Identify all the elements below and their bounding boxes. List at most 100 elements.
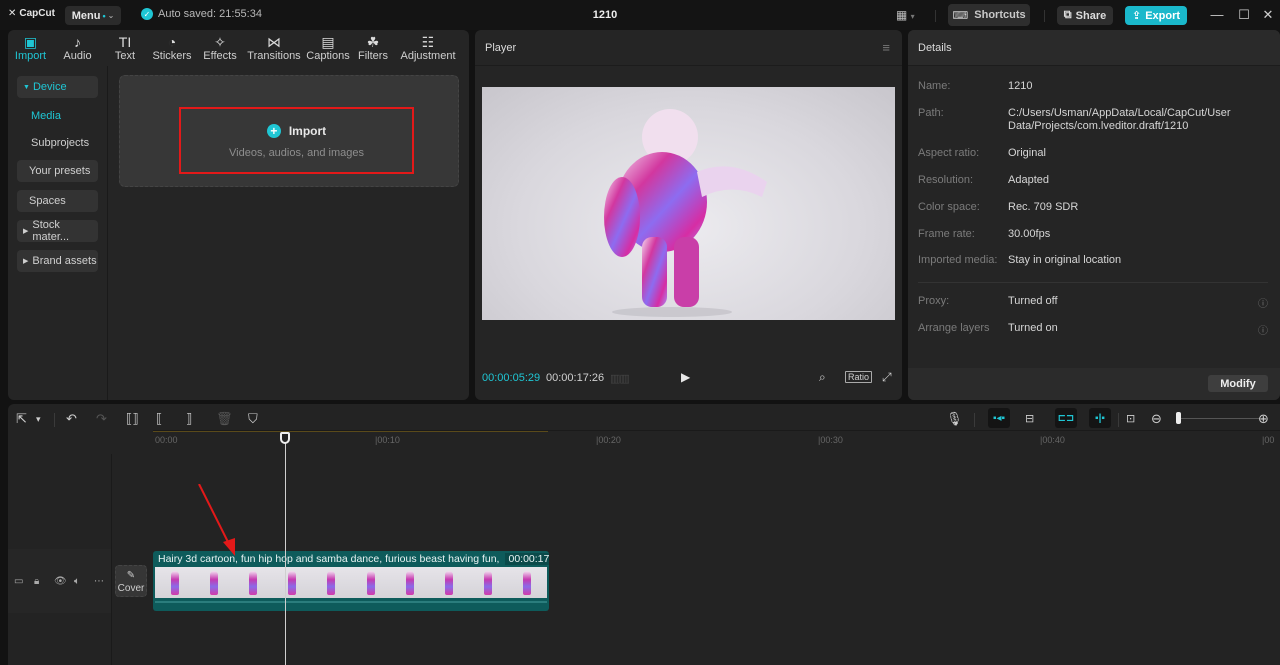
fullscreen-icon[interactable]: ⤢ [882, 370, 892, 385]
caret-right-icon: ▶ [23, 228, 29, 235]
menu-button[interactable]: Menu • ⌄ [65, 6, 121, 25]
share-button[interactable]: ⧉ Share [1057, 6, 1113, 25]
chevron-down-icon: ⌄ [107, 11, 115, 20]
project-title: 1210 [592, 9, 618, 21]
lock-icon[interactable]: 🔒︎ [34, 576, 39, 587]
split-icon[interactable]: ⟦⟧ [126, 411, 139, 427]
export-button[interactable]: ⇪ Export [1125, 6, 1187, 25]
sidebar-item-subprojects[interactable]: Subprojects [31, 137, 89, 149]
ruler-label: |00 [1262, 435, 1275, 445]
video-preview[interactable] [482, 87, 895, 320]
tab-audio[interactable]: ♪ Audio [53, 30, 102, 66]
share-icon: ⧉ [1063, 9, 1072, 21]
tab-transitions[interactable]: ⋈ Transitions [244, 30, 304, 66]
capcut-logo: ✕ CapCut [8, 8, 55, 19]
thumbnail [170, 571, 179, 595]
tab-stickers[interactable]: ◔ Stickers [148, 30, 196, 66]
check-circle-icon: ✓ [141, 8, 153, 20]
auto-snap-icon[interactable]: ⊟ [1025, 412, 1034, 425]
help-icon[interactable]: ⓘ [1258, 322, 1268, 337]
help-icon[interactable]: ⓘ [1258, 295, 1268, 310]
eye-icon[interactable]: 👁︎ [54, 576, 67, 587]
split-right-icon[interactable]: ⟧ [186, 411, 192, 427]
hamburger-menu-icon[interactable]: ≡ [882, 40, 890, 55]
play-button[interactable]: ▶ [681, 370, 690, 384]
transitions-icon: ⋈ [267, 34, 281, 50]
layout-icon[interactable]: ▦ ▾ [896, 8, 915, 22]
annotation-arrow [198, 484, 235, 556]
tab-captions[interactable]: ▤ Captions [304, 30, 352, 66]
sidebar-item-spaces[interactable]: Spaces [17, 190, 98, 212]
import-button[interactable]: + Import [181, 124, 412, 138]
caret-down-icon: ▼ [23, 83, 30, 91]
sidebar-item-media[interactable]: Media [31, 110, 61, 122]
shortcuts-button[interactable]: ⌨ Shortcuts [948, 4, 1030, 26]
details-header: Details [908, 30, 1280, 66]
ruler-progress [153, 431, 548, 432]
minimize-icon[interactable]: — [1207, 7, 1227, 22]
tab-adjustment[interactable]: ☷ Adjustment [394, 30, 462, 66]
track-video-icon[interactable]: ▭ [14, 576, 23, 587]
thumbnail [327, 571, 336, 595]
thumbnail [484, 571, 493, 595]
select-tool-icon[interactable]: ⇱ [16, 411, 27, 427]
caret-right-icon: ▶ [23, 258, 29, 265]
dancing-creature-image [604, 109, 767, 317]
stickers-icon: ◔ [167, 34, 177, 50]
highlight-box: + Import Videos, audios, and images [179, 107, 414, 174]
thumbnail [248, 571, 257, 595]
zoom-fit-icon[interactable]: ⌕ [819, 370, 826, 385]
ruler-label: |00:40 [1040, 435, 1065, 445]
ratio-button[interactable]: Ratio [845, 371, 873, 383]
title-bar: ✕ CapCut Menu • ⌄ ✓ Auto saved: 21:55:34… [0, 0, 1280, 30]
cover-button[interactable]: ✎ Cover [115, 565, 147, 597]
maximize-icon[interactable]: ☐ [1234, 7, 1254, 23]
modify-button[interactable]: Modify [1208, 375, 1268, 392]
sidebar-item-your-presets[interactable]: Your presets [17, 160, 98, 182]
effects-icon: ✧ [214, 34, 226, 50]
split-left-icon[interactable]: ⟦ [156, 411, 162, 427]
player-title: Player [485, 42, 517, 54]
zoom-out-icon[interactable]: ⊖ [1151, 411, 1162, 427]
linkage-icon[interactable]: ⊏⊐ [1055, 408, 1077, 428]
text-icon: TI [118, 34, 132, 50]
zoom-in-icon[interactable]: ⊕ [1258, 411, 1269, 427]
adjustment-icon: ☷ [421, 34, 435, 50]
delete-icon[interactable]: 🗑 [216, 411, 233, 427]
sidebar-item-stock-material[interactable]: ▶ Stock mater... [17, 219, 98, 243]
playhead[interactable] [285, 438, 286, 665]
sidebar-item-device[interactable]: ▼ Device [17, 76, 98, 98]
preview-axis-icon[interactable]: ▪|▪ [1089, 408, 1111, 428]
chevron-down-icon[interactable]: ▾ [36, 414, 41, 425]
sidebar-item-brand-assets[interactable]: ▶ Brand assets [17, 250, 98, 272]
time-ruler[interactable]: 00:00 |00:10 |00:20 |00:30 |00:40 |00 [153, 430, 1280, 448]
main-track-magnet-icon[interactable]: ▪◂▪ [988, 408, 1010, 428]
clip-duration: 00:00:17:26 [505, 553, 549, 565]
current-time: 00:00:05:29 [482, 372, 541, 384]
playhead-handle[interactable] [280, 432, 290, 444]
tab-text[interactable]: TI Text [102, 30, 148, 66]
tab-import[interactable]: ▣ Import [8, 30, 53, 66]
divider [974, 413, 975, 427]
divider [918, 282, 1268, 283]
speaker-icon[interactable]: 🔈︎ [74, 576, 80, 587]
thumbnail [209, 571, 218, 595]
video-clip[interactable]: Hairy 3d cartoon, fun hip hop and samba … [153, 551, 549, 611]
export-icon: ⇪ [1131, 10, 1142, 22]
import-dropzone[interactable]: + Import Videos, audios, and images [119, 75, 459, 187]
zoom-to-fit-icon[interactable]: ⊡ [1126, 412, 1135, 425]
audio-meter-icon: ▥▥ [610, 373, 630, 385]
notification-dot: • [102, 10, 106, 21]
marker-icon[interactable]: ⛉ [248, 411, 258, 427]
tab-effects[interactable]: ✧ Effects [196, 30, 244, 66]
redo-icon[interactable]: ↷ [96, 411, 107, 427]
zoom-slider-handle[interactable] [1176, 412, 1181, 424]
keyboard-icon: ⌨ [952, 9, 969, 22]
zoom-slider-track[interactable] [1180, 418, 1260, 419]
tab-filters[interactable]: ☘ Filters [352, 30, 394, 66]
more-icon[interactable]: ⋯ [94, 576, 104, 587]
microphone-icon[interactable]: 🎙 [946, 411, 963, 427]
undo-icon[interactable]: ↶ [66, 411, 77, 427]
close-icon[interactable]: ✕ [1258, 7, 1278, 23]
arrow-head [223, 538, 235, 556]
